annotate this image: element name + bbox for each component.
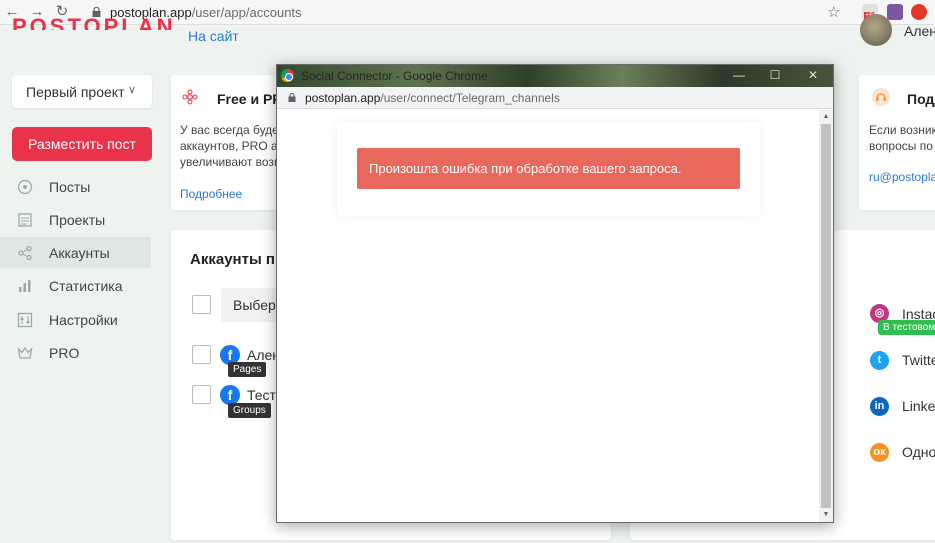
sidebar-item-label: Посты xyxy=(49,179,91,195)
create-post-button[interactable]: Разместить пост xyxy=(12,127,152,161)
popup-url-host: postoplan.app xyxy=(305,91,381,105)
error-alert: Произошла ошибка при обработке вашего за… xyxy=(357,148,740,189)
lock-icon xyxy=(288,93,296,102)
scroll-up-icon[interactable]: ▲ xyxy=(821,112,831,122)
opera-icon[interactable] xyxy=(911,4,927,20)
project-select[interactable]: Первый проект ∨ xyxy=(12,75,152,108)
select-all-checkbox[interactable] xyxy=(192,295,211,314)
sidebar-item-projects[interactable]: Проекты xyxy=(0,204,151,235)
sidebar-item-label: Проекты xyxy=(49,212,106,228)
settings-icon xyxy=(17,312,33,328)
support-card-line: вопросы по xyxy=(869,139,933,153)
bookmark-star-icon[interactable]: ☆ xyxy=(827,3,840,21)
more-info-link[interactable]: Подробнее xyxy=(180,187,242,201)
scroll-down-icon[interactable]: ▼ xyxy=(821,510,831,520)
crown-icon xyxy=(17,346,33,359)
support-card: Подд Если возник вопросы по ru@postopla xyxy=(859,75,935,210)
posts-icon xyxy=(17,179,33,195)
network-label[interactable]: Linkec xyxy=(902,398,935,414)
popup-scrollbar[interactable]: ▲ ▼ xyxy=(819,110,833,522)
popup-body: Произошла ошибка при обработке вашего за… xyxy=(277,110,819,522)
account-checkbox[interactable] xyxy=(192,345,211,364)
accounts-title: Аккаунты пр xyxy=(190,251,285,268)
extension-icon-2[interactable] xyxy=(887,4,903,20)
stats-icon xyxy=(19,280,31,292)
flower-icon xyxy=(182,89,198,105)
info-card-line: увеличивают возм xyxy=(180,155,283,169)
sidebar-item-label: Аккаунты xyxy=(49,245,110,261)
sidebar-item-posts[interactable]: Посты xyxy=(0,171,151,202)
test-mode-badge: В тестовом xyxy=(878,320,935,335)
facebook-icon: f xyxy=(220,385,240,405)
postoplan-logo[interactable]: POSTOPLAN xyxy=(12,16,176,30)
user-name[interactable]: Ален xyxy=(904,23,935,39)
popup-title: Social Connector - Google Chrome xyxy=(301,69,488,83)
popup-url-path: /user/connect/Telegram_channels xyxy=(380,91,560,105)
linkedin-icon: in xyxy=(870,397,889,416)
chrome-icon xyxy=(281,69,294,82)
info-card-line: У вас всегда будет xyxy=(180,123,284,137)
account-checkbox[interactable] xyxy=(192,385,211,404)
close-icon[interactable]: ✕ xyxy=(803,67,823,83)
sidebar-item-label: Настройки xyxy=(49,312,118,328)
error-card: Произошла ошибка при обработке вашего за… xyxy=(337,122,760,216)
to-site-link[interactable]: На сайт xyxy=(188,28,239,44)
projects-icon xyxy=(18,213,32,227)
project-select-value: Первый проект xyxy=(26,84,125,100)
maximize-icon[interactable]: ☐ xyxy=(765,67,785,83)
support-icon xyxy=(872,88,890,106)
network-label[interactable]: Одно xyxy=(902,444,935,460)
account-type-tag: Groups xyxy=(228,403,271,418)
social-connector-popup: Social Connector - Google Chrome — ☐ ✕ p… xyxy=(276,64,834,523)
popup-address-bar[interactable]: postoplan.app/user/connect/Telegram_chan… xyxy=(277,87,833,109)
network-label[interactable]: Twitte xyxy=(902,352,935,368)
sidebar-item-stats[interactable]: Статистика xyxy=(0,270,151,301)
account-type-tag: Pages xyxy=(228,362,267,377)
chevron-down-icon: ∨ xyxy=(127,84,136,96)
share-icon xyxy=(18,245,32,261)
sidebar-item-accounts[interactable]: Аккаунты xyxy=(0,237,151,268)
popup-titlebar[interactable]: Social Connector - Google Chrome — ☐ ✕ xyxy=(277,65,833,87)
support-card-title: Подд xyxy=(907,91,935,107)
scroll-thumb[interactable] xyxy=(821,124,831,508)
sidebar-item-settings[interactable]: Настройки xyxy=(0,304,151,335)
avatar[interactable] xyxy=(860,14,892,46)
sidebar-item-label: Статистика xyxy=(49,278,123,294)
support-card-line: Если возник xyxy=(869,123,935,137)
sidebar-item-pro[interactable]: PRO xyxy=(0,337,151,368)
twitter-icon: t xyxy=(870,351,889,370)
popup-url: postoplan.app/user/connect/Telegram_chan… xyxy=(305,91,560,105)
sidebar-item-label: PRO xyxy=(49,345,80,361)
info-card-line: аккаунтов, PRO ак xyxy=(180,139,283,153)
odnoklassniki-icon: ок xyxy=(870,443,889,462)
minimize-icon[interactable]: — xyxy=(729,67,749,83)
support-email-link[interactable]: ru@postopla xyxy=(869,170,935,184)
